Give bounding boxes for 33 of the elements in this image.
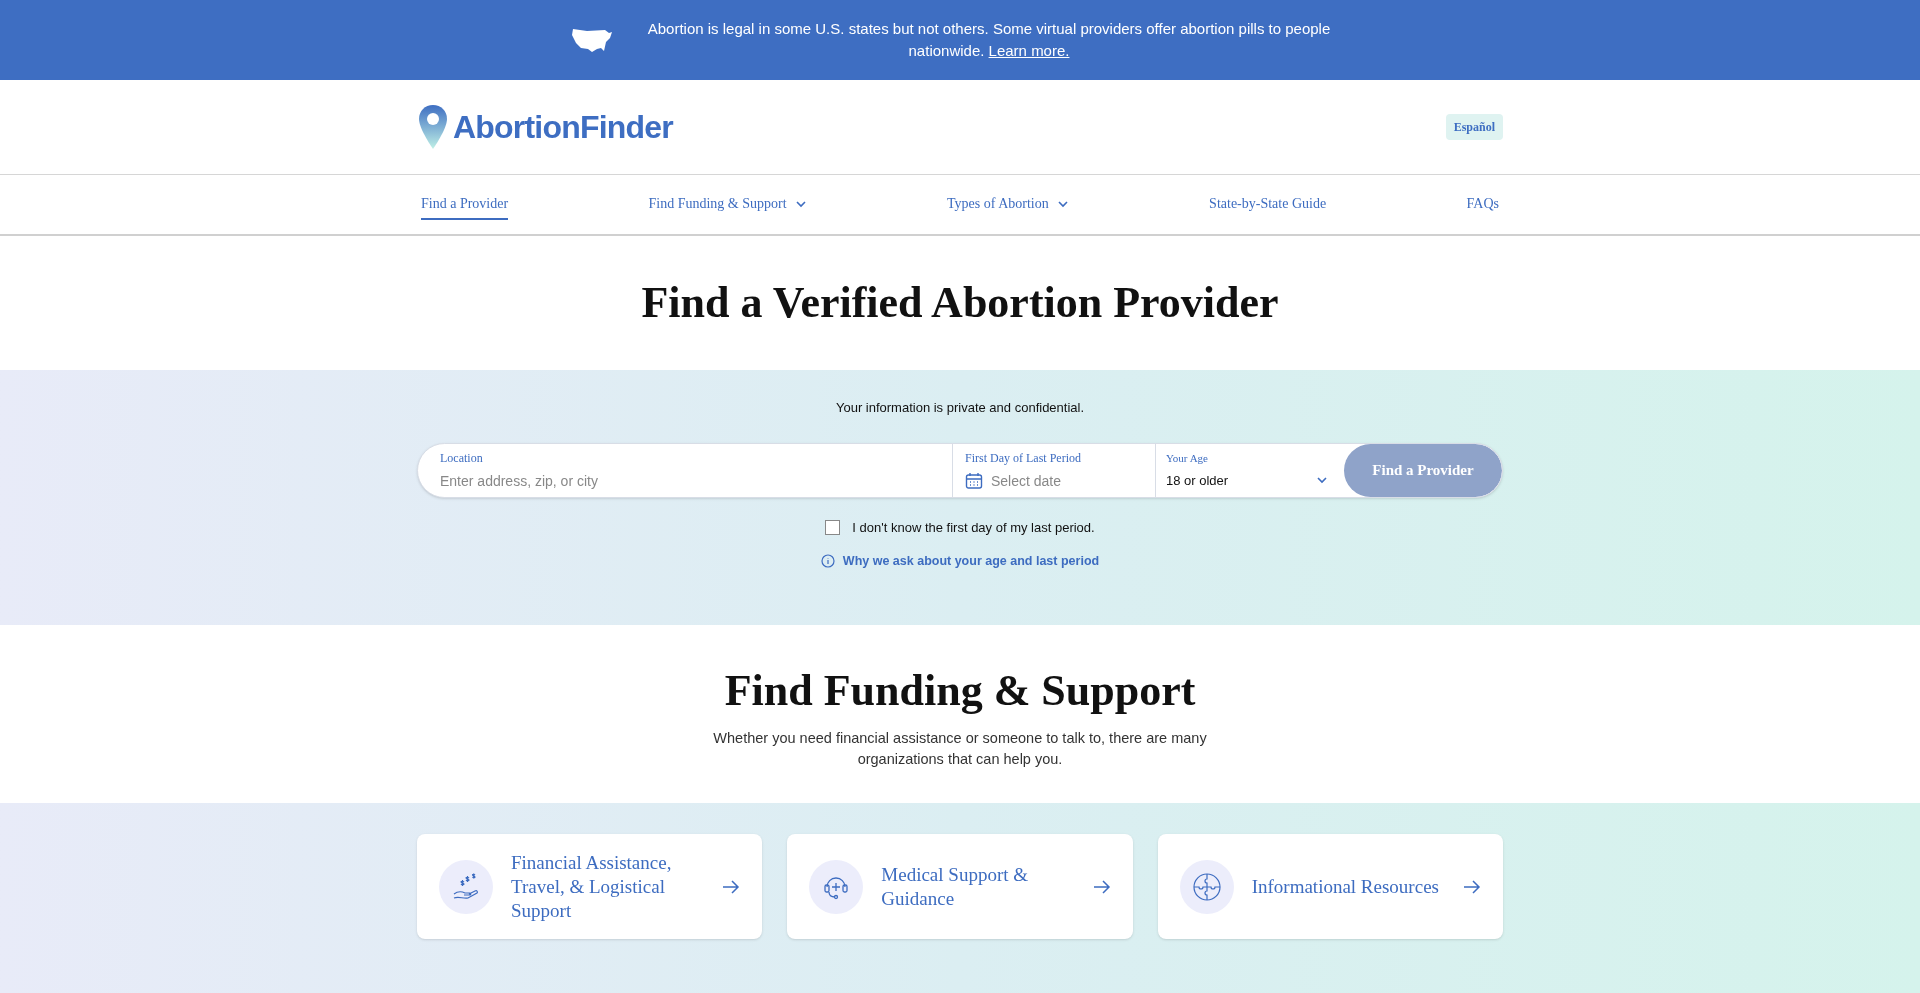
support-card[interactable]: Medical Support & Guidance <box>787 834 1133 939</box>
arrow-right-icon <box>722 878 741 895</box>
section-subtitle: Whether you need financial assistance or someone to talk to, there are many organizations that can help you. <box>712 729 1208 769</box>
logo[interactable]: AbortionFinder <box>417 103 673 151</box>
support-card[interactable]: Financial Assistance, Travel, & Logistical Support <box>417 834 763 939</box>
nav-link[interactable]: Types of Abortion <box>947 189 1069 220</box>
puzzle-icon <box>1191 871 1222 902</box>
field-label: Location <box>440 449 484 467</box>
arrow-right-icon <box>1092 878 1111 895</box>
nav-link[interactable]: Find Funding & Support <box>648 189 807 220</box>
info-link[interactable]: Why we ask about your age and last period <box>820 552 1100 571</box>
checkbox[interactable] <box>825 519 841 535</box>
learn-more-link[interactable]: Learn more. <box>988 42 1070 59</box>
field-label: First Day of Last Period <box>965 449 1082 467</box>
age-select[interactable]: Your Age 18 or older <box>1156 443 1344 497</box>
nav-link[interactable]: FAQs <box>1466 189 1499 220</box>
arrow-right-icon <box>1463 878 1481 895</box>
banner-text: Abortion is legal in some U.S. states but not others. Some virtual providers offer abortion pills to people nationwide. Learn more. <box>646 19 1332 61</box>
calendar-icon <box>965 472 983 490</box>
hand-money-icon <box>452 872 480 901</box>
support-card[interactable]: Informational Resources <box>1157 834 1503 939</box>
privacy-note: Your information is private and confidential. <box>835 399 1085 417</box>
checkbox-label: I don't know the first day of my last period. <box>852 518 1095 537</box>
info-icon <box>820 554 835 569</box>
map-pin-icon <box>417 104 449 150</box>
language-button[interactable]: Español <box>1445 114 1503 140</box>
date-input[interactable]: Select date <box>991 470 1131 492</box>
location-input[interactable]: Enter address, zip, or city <box>440 470 952 492</box>
section-title: Find Funding & Support <box>724 665 1196 717</box>
nav-link[interactable]: Find a Provider <box>421 189 509 220</box>
nav-link[interactable]: State-by-State Guide <box>1209 189 1327 220</box>
page-title: Find a Verified Abortion Provider <box>641 277 1279 329</box>
usa-map-icon <box>571 26 613 54</box>
